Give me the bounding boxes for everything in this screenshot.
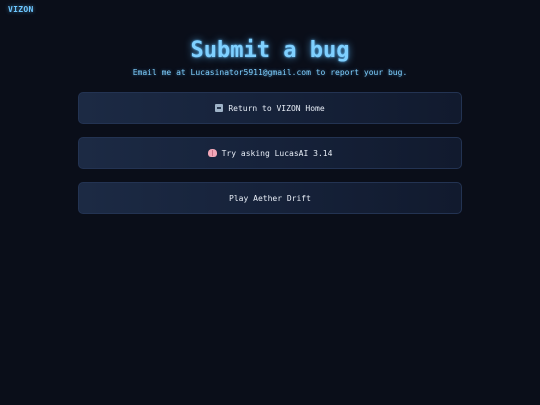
return-home-button[interactable]: Return to VIZON Home	[78, 92, 462, 124]
play-aether-drift-label: Play Aether Drift	[229, 193, 311, 203]
play-aether-drift-button[interactable]: Play Aether Drift	[78, 182, 462, 214]
ask-lucasai-label: Try asking LucasAI 3.14	[221, 148, 333, 158]
ask-lucasai-button[interactable]: Try asking LucasAI 3.14	[78, 137, 462, 169]
return-home-label: Return to VIZON Home	[228, 103, 325, 113]
home-icon	[215, 104, 224, 112]
page: VIZON Submit a bug Email me at Lucasinat…	[0, 0, 540, 405]
brain-icon	[207, 149, 217, 157]
page-subtitle: Email me at Lucasinator5911@gmail.com to…	[132, 68, 408, 77]
page-title: Submit a bug	[190, 38, 350, 63]
brand-logo[interactable]: VIZON	[8, 5, 34, 14]
